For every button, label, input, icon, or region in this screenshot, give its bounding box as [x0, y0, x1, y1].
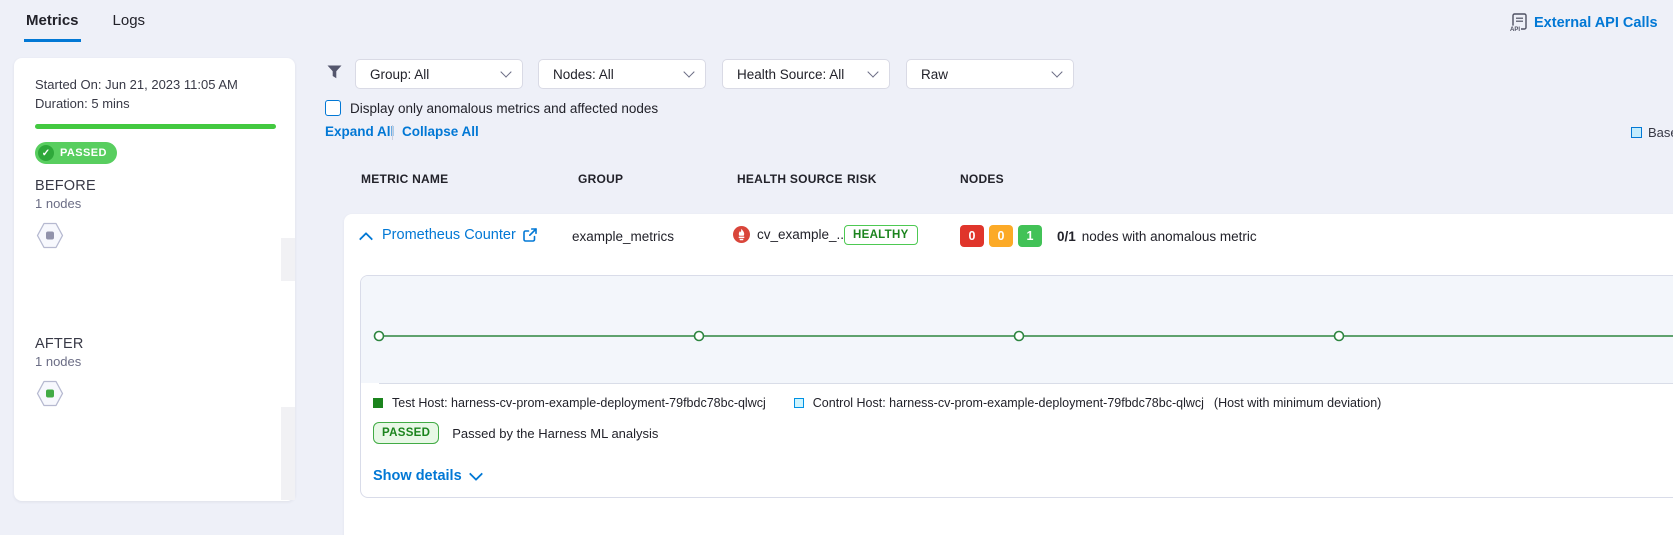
before-section-label: BEFORE — [35, 178, 96, 194]
header-metric-name: METRIC NAME — [361, 172, 448, 186]
data-mode-value: Raw — [921, 67, 948, 82]
nodes-filter-dropdown[interactable]: Nodes: All — [538, 59, 706, 89]
status-badge-label: PASSED — [60, 147, 107, 159]
chevron-down-icon — [867, 66, 878, 77]
after-list-scrollbar[interactable] — [281, 407, 295, 500]
group-filter-value: Group: All — [370, 67, 429, 82]
verification-summary-card: Started On: Jun 21, 2023 11:05 AM Durati… — [14, 58, 295, 501]
header-nodes: NODES — [960, 172, 1004, 186]
chevron-down-icon — [683, 66, 694, 77]
external-api-calls-link[interactable]: API External API Calls — [1510, 13, 1658, 32]
warning-count-badge: 0 — [989, 225, 1013, 247]
svg-text:API: API — [1510, 27, 1520, 32]
verification-page: Metrics Logs API External API Calls Star… — [0, 0, 1673, 535]
timeline-chart-svg — [361, 276, 1673, 383]
collapse-row-button[interactable] — [361, 231, 371, 249]
show-details-label: Show details — [373, 468, 462, 484]
chevron-down-icon — [1051, 66, 1062, 77]
tab-bar: Metrics Logs — [24, 7, 147, 42]
panel-divider — [379, 383, 1673, 384]
before-node-count: 1 nodes — [35, 196, 81, 211]
collapse-all-link[interactable]: Collapse All — [402, 124, 479, 139]
expand-all-link[interactable]: Expand All — [325, 124, 394, 139]
prometheus-icon — [733, 226, 750, 243]
group-filter-dropdown[interactable]: Group: All — [355, 59, 523, 89]
risk-badge: HEALTHY — [844, 225, 918, 245]
before-list-scrollbar[interactable] — [281, 238, 295, 281]
health-source-cell: cv_example_... — [733, 226, 848, 243]
verification-progress-bar — [35, 124, 276, 129]
risk-cell: HEALTHY — [844, 225, 918, 245]
health-source-filter-dropdown[interactable]: Health Source: All — [722, 59, 890, 89]
analysis-verdict: PASSED Passed by the Harness ML analysis — [373, 422, 658, 444]
chevron-down-icon — [500, 66, 511, 77]
chevron-up-icon — [359, 232, 373, 246]
header-health-source: HEALTH SOURCE — [737, 172, 843, 186]
header-group: GROUP — [578, 172, 623, 186]
baseline-label: Base — [1648, 125, 1673, 140]
nodes-summary-ratio: 0/1 — [1057, 229, 1076, 244]
control-host-legend-note: (Host with minimum deviation) — [1214, 396, 1381, 410]
metric-row-card: Prometheus Counter example_metrics cv_ex… — [344, 214, 1673, 535]
duration-text: Duration: 5 mins — [35, 96, 130, 111]
baseline-legend: Base — [1631, 125, 1673, 140]
show-details-link[interactable]: Show details — [373, 468, 481, 484]
control-host-legend-swatch — [794, 398, 804, 408]
chart-legend: Test Host: harness-cv-prom-example-deplo… — [373, 396, 1381, 410]
data-mode-dropdown[interactable]: Raw — [906, 59, 1074, 89]
nodes-cell: 0 0 1 0/1 nodes with anomalous metric — [960, 225, 1257, 247]
verdict-badge: PASSED — [373, 422, 439, 444]
hexagon-node-icon — [36, 222, 64, 249]
timeline-chart[interactable] — [361, 276, 1673, 383]
healthy-count-badge: 1 — [1018, 225, 1042, 247]
anomalous-only-checkbox[interactable] — [325, 100, 341, 116]
health-source-name: cv_example_... — [757, 227, 848, 242]
tab-metrics[interactable]: Metrics — [24, 7, 81, 42]
anomalous-only-label: Display only anomalous metrics and affec… — [350, 101, 658, 116]
link-separator — [392, 125, 393, 140]
control-host-legend-label: Control Host: harness-cv-prom-example-de… — [813, 396, 1204, 410]
header-risk: RISK — [847, 172, 877, 186]
metric-name-link[interactable]: Prometheus Counter — [382, 227, 537, 243]
metric-group-cell: example_metrics — [572, 229, 674, 244]
tab-logs[interactable]: Logs — [111, 7, 148, 42]
nodes-summary-text: nodes with anomalous metric — [1082, 229, 1257, 244]
anomalous-count-badge: 0 — [960, 225, 984, 247]
hexagon-node-icon — [36, 380, 64, 407]
verdict-text: Passed by the Harness ML analysis — [452, 426, 658, 441]
after-node-count: 1 nodes — [35, 354, 81, 369]
filter-funnel-icon[interactable] — [327, 65, 342, 84]
chevron-down-icon — [469, 466, 483, 480]
test-host-legend-swatch — [373, 398, 383, 408]
nodes-filter-value: Nodes: All — [553, 67, 614, 82]
before-node-hexagon[interactable] — [36, 222, 64, 254]
status-badge: ✓ PASSED — [35, 142, 117, 164]
after-section-label: AFTER — [35, 336, 84, 352]
external-link-icon — [523, 228, 537, 242]
after-node-hexagon[interactable] — [36, 380, 64, 412]
started-on-text: Started On: Jun 21, 2023 11:05 AM — [35, 77, 238, 92]
metric-detail-panel: Test Host: harness-cv-prom-example-deplo… — [360, 275, 1673, 498]
health-source-filter-value: Health Source: All — [737, 67, 844, 82]
baseline-checkbox[interactable] — [1631, 127, 1642, 138]
test-host-legend-label: Test Host: harness-cv-prom-example-deplo… — [392, 396, 766, 410]
metric-name-text: Prometheus Counter — [382, 227, 516, 243]
check-icon: ✓ — [38, 145, 54, 161]
external-api-calls-label: External API Calls — [1534, 15, 1658, 31]
api-document-icon: API — [1510, 13, 1527, 32]
